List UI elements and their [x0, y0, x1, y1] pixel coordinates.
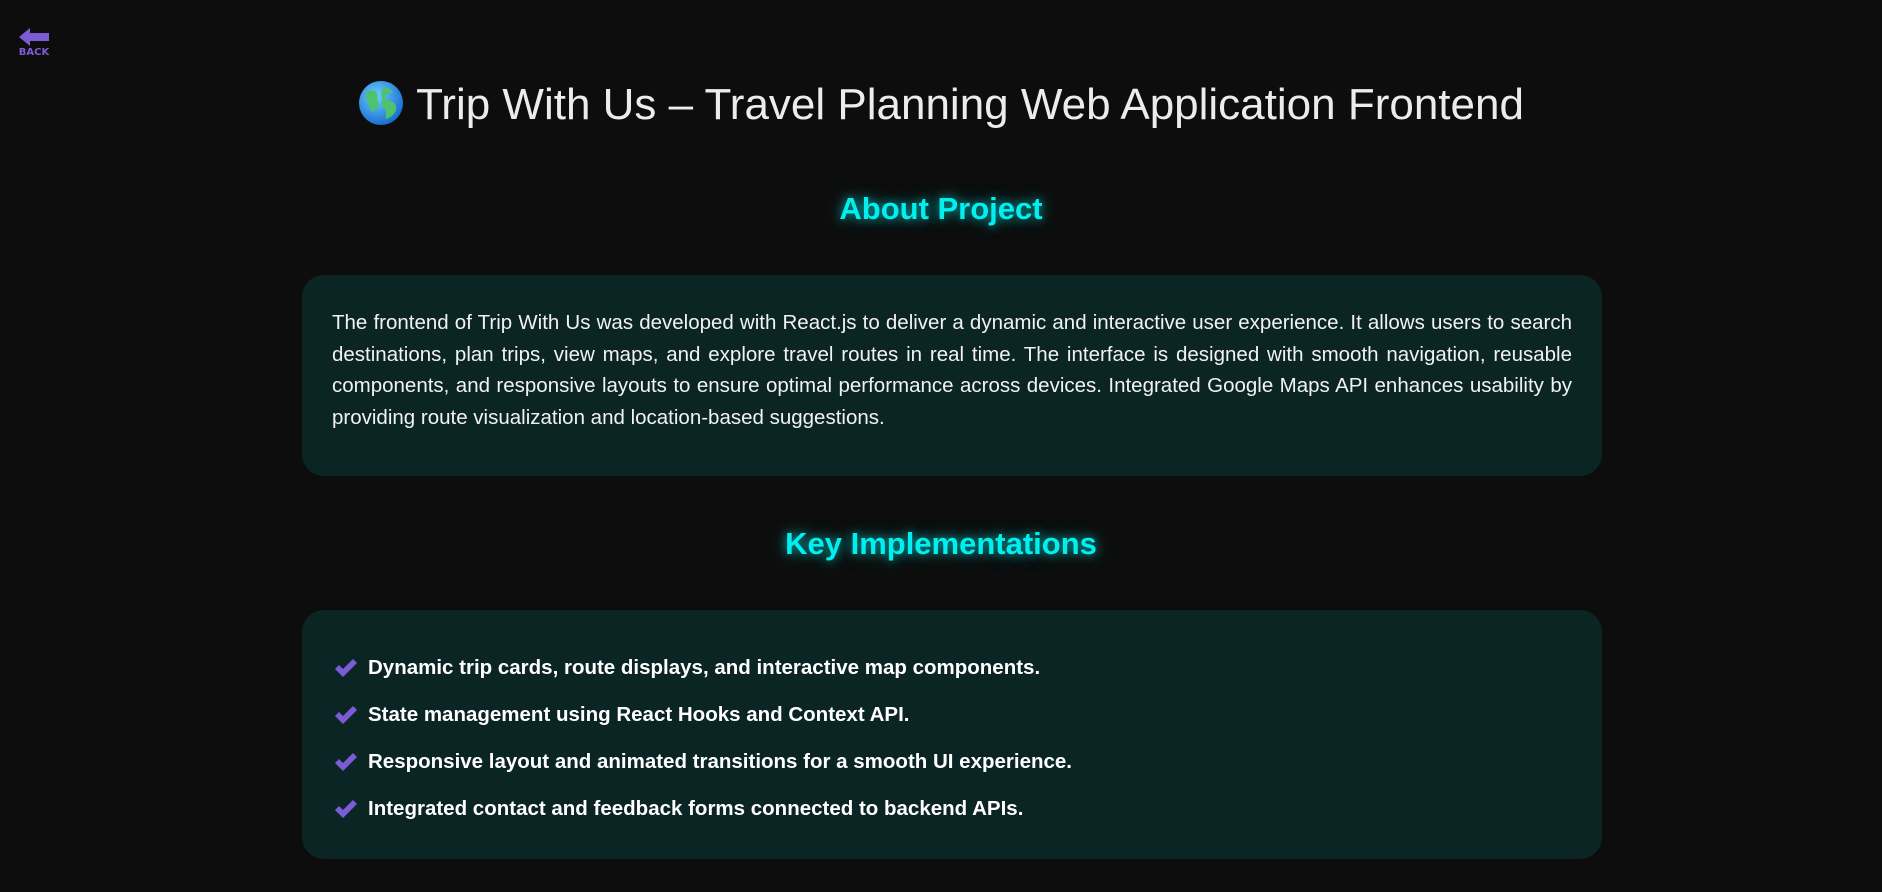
check-icon — [334, 799, 358, 819]
globe-icon — [358, 80, 404, 137]
list-item: Responsive layout and animated transitio… — [334, 738, 1570, 785]
key-implementations-heading: Key Implementations — [785, 526, 1097, 561]
back-button[interactable]: BACK — [17, 28, 51, 62]
list-item: Dynamic trip cards, route displays, and … — [334, 644, 1570, 691]
back-label: BACK — [18, 47, 50, 58]
about-card: The frontend of Trip With Us was develop… — [302, 275, 1602, 476]
page-title: Trip With Us – Travel Planning Web Appli… — [0, 80, 1882, 137]
check-icon — [334, 658, 358, 678]
check-icon — [334, 752, 358, 772]
arrow-left-icon — [19, 28, 49, 46]
key-implementations-list: Dynamic trip cards, route displays, and … — [334, 644, 1570, 832]
list-item: Integrated contact and feedback forms co… — [334, 785, 1570, 832]
page-title-text: Trip With Us – Travel Planning Web Appli… — [416, 80, 1524, 129]
key-implementations-card: Dynamic trip cards, route displays, and … — [302, 610, 1602, 859]
list-item-text: Responsive layout and animated transitio… — [368, 749, 1073, 773]
list-item: State management using React Hooks and C… — [334, 691, 1570, 738]
list-item-text: Dynamic trip cards, route displays, and … — [368, 655, 1041, 679]
about-heading: About Project — [839, 191, 1043, 226]
about-text: The frontend of Trip With Us was develop… — [332, 311, 1572, 429]
check-icon — [334, 705, 358, 725]
list-item-text: State management using React Hooks and C… — [368, 702, 910, 726]
list-item-text: Integrated contact and feedback forms co… — [368, 796, 1024, 820]
